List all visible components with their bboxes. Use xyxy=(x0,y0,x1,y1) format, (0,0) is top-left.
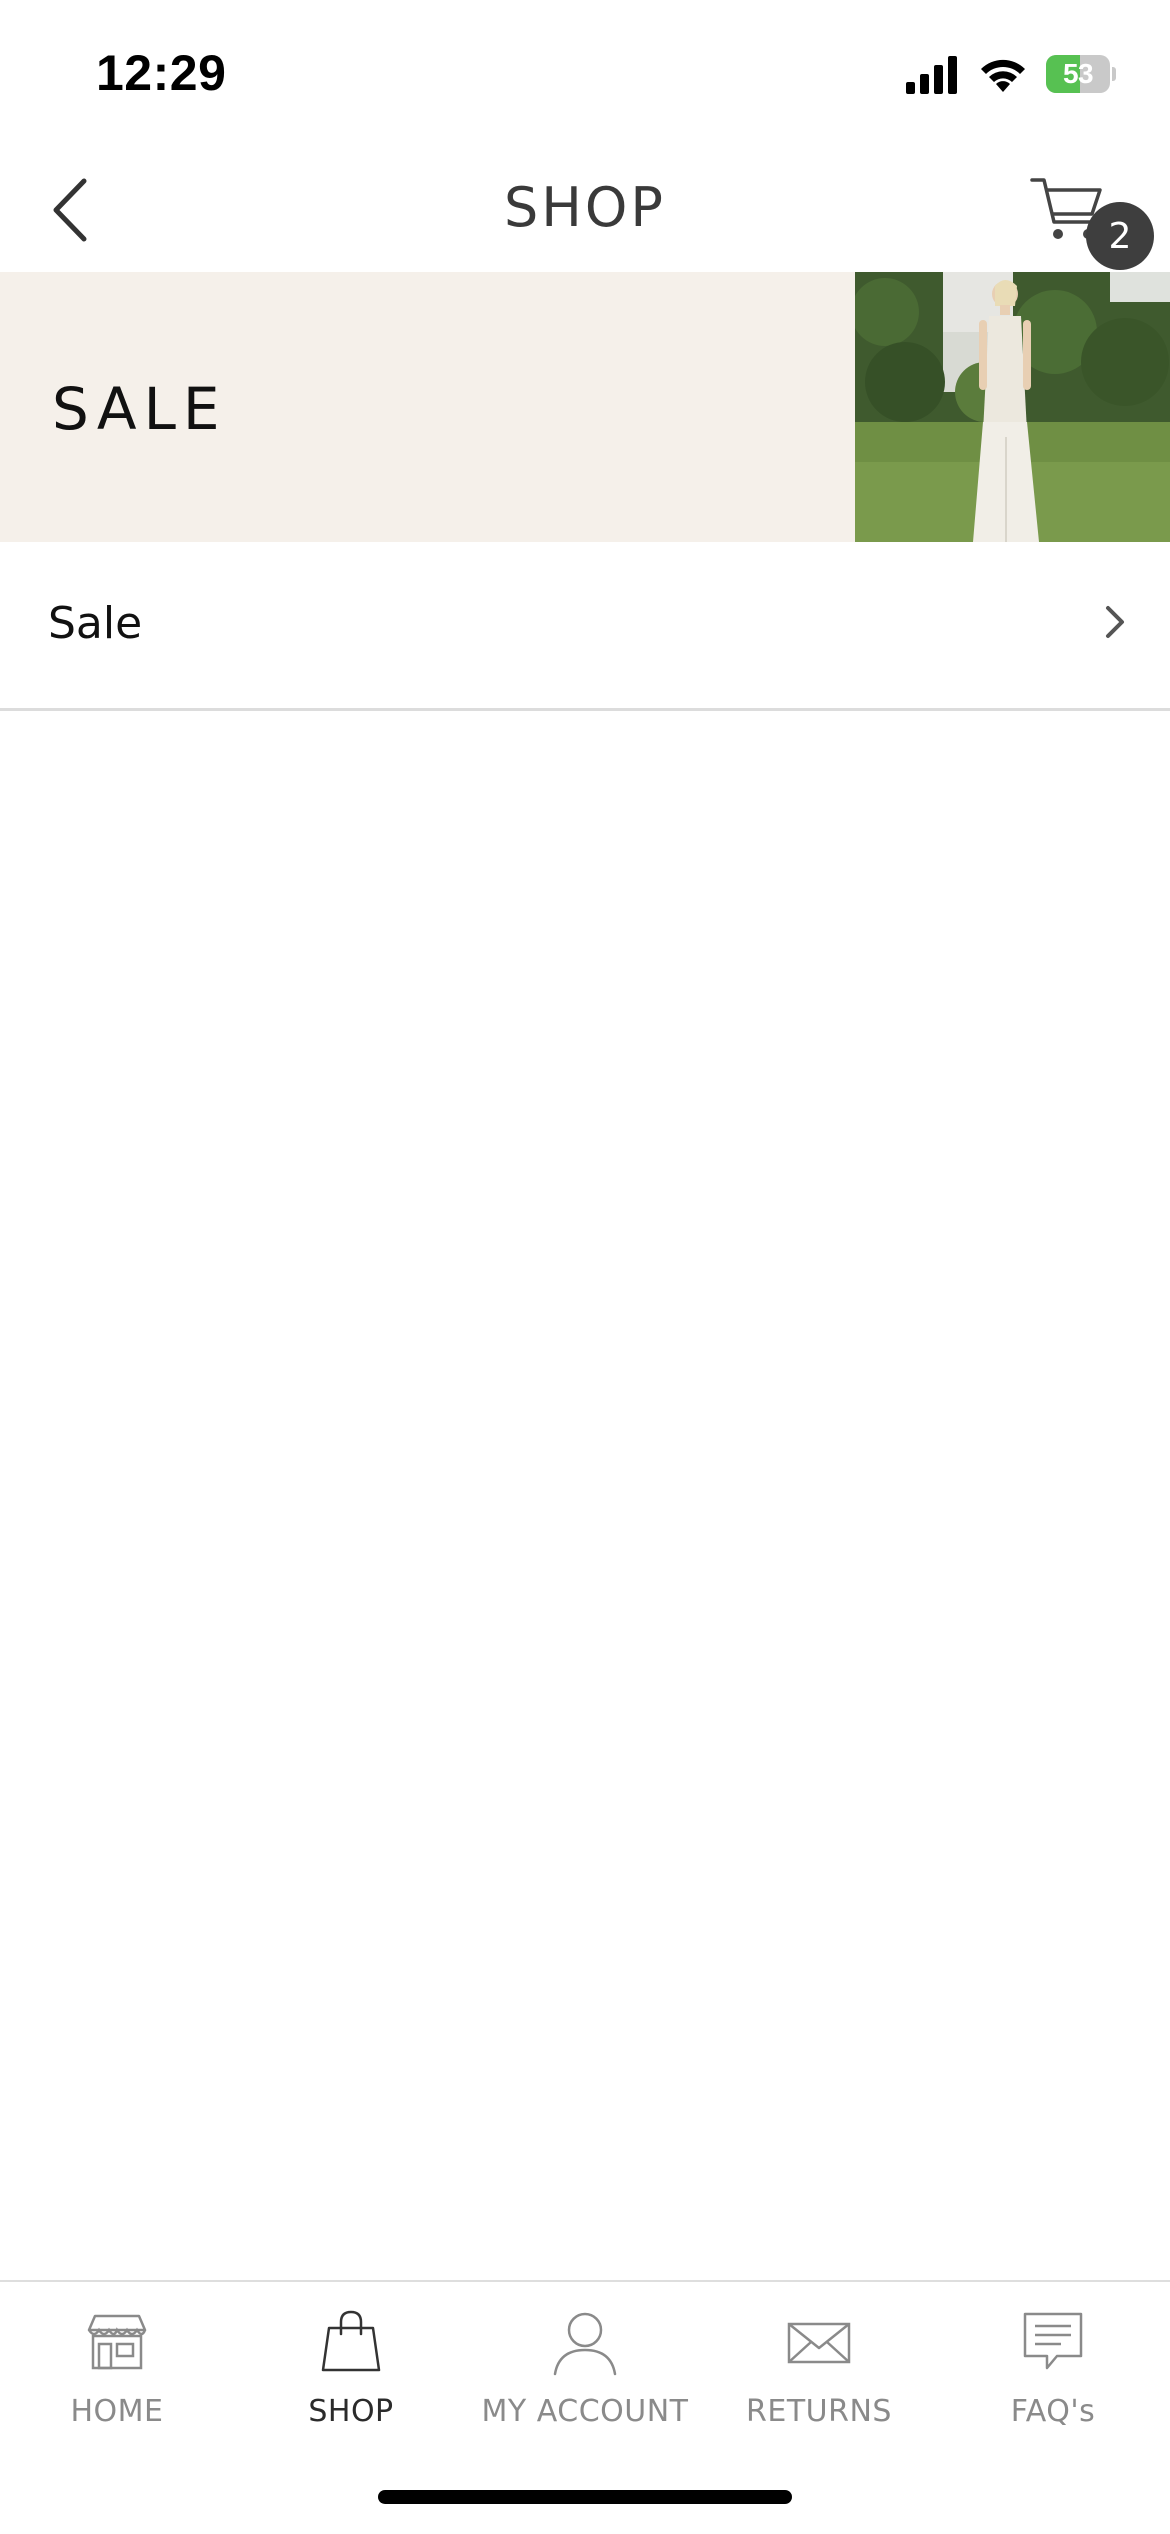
tab-faqs[interactable]: FAQ's xyxy=(936,2302,1170,2452)
chat-bubble-icon xyxy=(1023,2312,1083,2370)
chevron-right-icon xyxy=(1106,606,1124,638)
tab-shop[interactable]: SHOP xyxy=(234,2302,468,2452)
battery-percent: 53 xyxy=(1062,58,1094,89)
storefront-icon xyxy=(87,2314,147,2370)
tab-label: FAQ's xyxy=(1010,2394,1096,2429)
list-item-label: Sale xyxy=(48,598,143,649)
user-icon xyxy=(553,2312,617,2376)
signal-icon xyxy=(906,56,957,94)
wifi-icon xyxy=(981,59,1025,92)
home-indicator xyxy=(378,2490,792,2504)
battery-icon: 53 xyxy=(1046,54,1116,94)
header: SHOP 2 xyxy=(0,150,1170,272)
tab-label: MY ACCOUNT xyxy=(481,2394,689,2429)
cart-count-badge: 2 xyxy=(1086,202,1154,270)
envelope-icon xyxy=(787,2322,851,2364)
tab-returns[interactable]: RETURNS xyxy=(702,2302,936,2452)
status-bar: 12:29 53 xyxy=(0,0,1170,150)
banner-image xyxy=(855,272,1170,542)
sale-banner[interactable]: SALE xyxy=(0,272,1170,542)
tab-home[interactable]: HOME xyxy=(0,2302,234,2452)
tab-my-account[interactable]: MY ACCOUNT xyxy=(468,2302,702,2452)
tab-label: HOME xyxy=(70,2394,164,2429)
cart-button[interactable]: 2 xyxy=(1028,170,1158,270)
tab-label: SHOP xyxy=(308,2394,394,2429)
status-icons: 53 xyxy=(906,52,1116,96)
banner-title: SALE xyxy=(52,375,227,443)
status-time: 12:29 xyxy=(96,45,227,101)
page-title: SHOP xyxy=(504,176,666,239)
shopping-bag-icon xyxy=(321,2310,381,2372)
list-item-sale[interactable]: Sale xyxy=(0,542,1170,711)
tab-label: RETURNS xyxy=(746,2394,892,2429)
